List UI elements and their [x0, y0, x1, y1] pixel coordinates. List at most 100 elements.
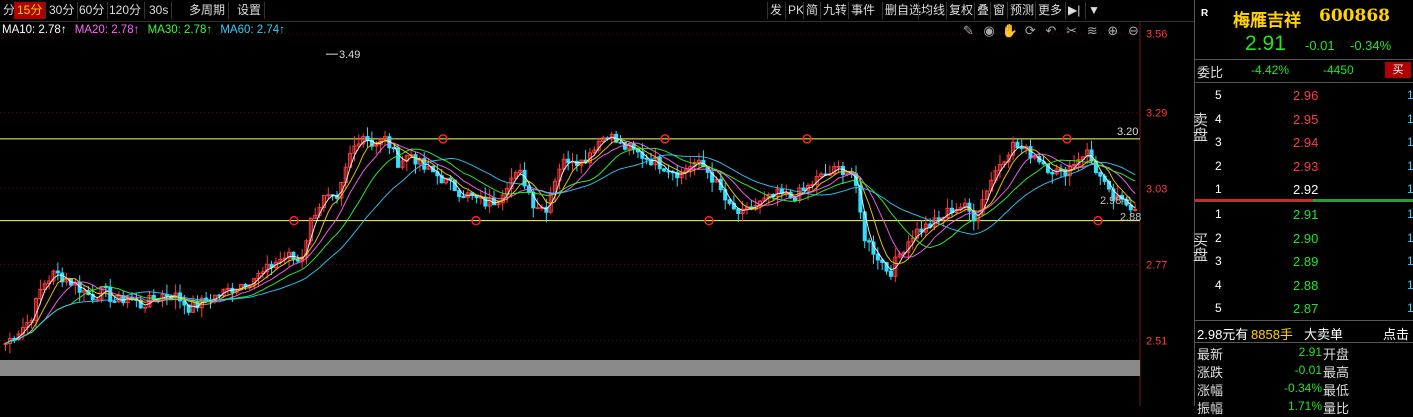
buy-side-label: 买盘 — [1191, 232, 1208, 262]
ask-price: 2.92 — [1293, 182, 1319, 197]
r-mark: R — [1201, 8, 1209, 19]
bid-level: 1 — [1215, 207, 1222, 221]
chart-area[interactable]: 3.56 3.29 3.03 2.77 2.51 3.20 3.49 2.98-2 2.88 分… — [0, 0, 1194, 406]
candle-body — [483, 196, 488, 207]
ask-volume: 1 — [1407, 88, 1413, 102]
candle-body — [535, 207, 540, 210]
undo-icon[interactable]: ↶ — [1043, 23, 1060, 39]
zoom-in-icon[interactable]: ⊕ — [1104, 23, 1121, 39]
price-change-pct: -0.34% — [1350, 38, 1392, 53]
stat-value: -0.01 — [1294, 363, 1322, 377]
candle-body — [461, 196, 466, 199]
candle-body — [566, 158, 571, 164]
bid-row[interactable]: 1 2.91 1 — [1195, 205, 1413, 225]
scissors-icon[interactable]: ✂ — [1063, 23, 1080, 39]
candle-body — [1019, 147, 1024, 150]
period-5[interactable]: 30s — [146, 2, 173, 19]
bid-row[interactable]: 5 2.87 1 — [1195, 299, 1413, 319]
weibi-diff: -4450 — [1323, 63, 1354, 77]
stat-value: 2.91 — [1298, 345, 1322, 359]
candle-body — [644, 157, 649, 160]
refresh-icon[interactable]: ⟳ — [1022, 23, 1039, 39]
hand-icon[interactable]: ✋ — [1001, 23, 1018, 39]
pen-icon[interactable]: ✎ — [960, 23, 977, 39]
candle-body — [365, 136, 370, 141]
tool-11[interactable]: 更多 — [1035, 2, 1064, 19]
kline-chart[interactable]: 3.56 3.29 3.03 2.77 2.51 3.20 3.49 2.98-2 2.88 — [0, 0, 1194, 406]
period-2[interactable]: 30分 — [46, 2, 79, 19]
stat-key: 涨跌 — [1197, 365, 1224, 380]
candle-body — [836, 165, 841, 168]
tool-4[interactable]: 事件 — [848, 2, 877, 19]
eye-icon[interactable]: ◉ — [981, 23, 998, 39]
bid-price: 2.89 — [1293, 254, 1319, 269]
chart-scrollbar[interactable] — [0, 360, 1140, 376]
stat-row: 涨跌 -0.01 最高 — [1195, 362, 1413, 380]
bid-row[interactable]: 3 2.89 1 — [1195, 252, 1413, 272]
buy-button[interactable]: 买 — [1385, 62, 1411, 78]
tool-10[interactable]: 预测 — [1007, 2, 1036, 19]
stat-value: -0.34% — [1283, 381, 1322, 395]
bid-level: 3 — [1215, 254, 1222, 268]
ask-level: 2 — [1215, 158, 1222, 173]
period-7[interactable]: 设置 — [234, 2, 266, 19]
ma60-label: MA60: 2.74↑ — [220, 24, 285, 36]
ask-level: 4 — [1215, 111, 1222, 126]
bid-level: 2 — [1215, 230, 1222, 245]
candle-body — [867, 240, 872, 243]
ask-row[interactable]: 3 2.94 1 — [1195, 133, 1413, 153]
big-order-action[interactable]: 点击 — [1383, 324, 1409, 343]
bid-row[interactable]: 2 2.90 1 — [1195, 229, 1413, 249]
candle-body — [1050, 171, 1055, 175]
tool-8[interactable]: 叠 — [974, 2, 991, 19]
ask-row[interactable]: 4 2.95 1 — [1195, 110, 1413, 130]
bid-price: 2.87 — [1293, 301, 1319, 316]
ask-price: 2.95 — [1293, 111, 1319, 127]
y-tick-label: 2.77 — [1146, 260, 1167, 272]
candle-body — [618, 141, 623, 144]
zoom-out-icon[interactable]: ⊖ — [1125, 23, 1142, 39]
tool-6[interactable]: 均线 — [918, 2, 947, 19]
ma-line — [5, 142, 1136, 344]
ma10-label: MA10: 2.78↑ — [2, 24, 67, 36]
period-3[interactable]: 60分 — [76, 2, 109, 19]
candle-body — [1015, 141, 1020, 149]
stat-key-2: 最高 — [1323, 365, 1350, 380]
stat-value: 1.71% — [1287, 399, 1322, 413]
tool-2[interactable]: 简 — [803, 2, 820, 19]
stat-key: 最新 — [1197, 347, 1224, 362]
period-1[interactable]: 15分 — [14, 2, 47, 19]
ask-row[interactable]: 1 2.92 1 — [1195, 180, 1413, 200]
ask-row[interactable]: 5 2.96 1 — [1195, 86, 1413, 106]
tool-9[interactable]: 窗 — [990, 2, 1007, 19]
stock-code: 600868 — [1319, 6, 1390, 26]
tool-13[interactable]: ▼ — [1085, 2, 1102, 19]
ask-volume: 1 — [1407, 182, 1413, 196]
weibi-pct: -4.42% — [1251, 63, 1290, 77]
resistance-label: 3.20 — [1117, 126, 1138, 138]
bid-row[interactable]: 4 2.88 1 — [1195, 276, 1413, 296]
bid-price: 2.88 — [1293, 277, 1319, 293]
period-4[interactable]: 120分 — [106, 2, 146, 19]
tool-7[interactable]: 复权 — [946, 2, 975, 19]
candle-body — [291, 251, 296, 260]
candle-body — [662, 168, 667, 172]
tool-5[interactable]: 删自选 — [882, 2, 923, 19]
ask-row[interactable]: 2 2.93 1 — [1195, 157, 1413, 177]
candle-body — [801, 187, 806, 192]
tool-0[interactable]: 发 — [767, 2, 784, 19]
y-tick-label: 3.29 — [1146, 108, 1167, 120]
stack-icon[interactable]: ≋ — [1084, 23, 1101, 39]
candle-body — [95, 298, 100, 301]
bid-volume: 1 — [1407, 277, 1413, 292]
tool-3[interactable]: 九转 — [820, 2, 849, 19]
candle-body — [326, 194, 331, 197]
candle-body — [151, 295, 156, 301]
ask-price: 2.93 — [1293, 158, 1319, 174]
candle-body — [452, 179, 457, 192]
period-6[interactable]: 多周期 — [186, 2, 230, 19]
tool-12[interactable]: ▶| — [1065, 2, 1082, 19]
big-order-label: 大卖单 — [1304, 327, 1344, 342]
ma-legend: MA10: 2.78↑ MA20: 2.78↑ MA30: 2.78↑ MA60… — [2, 24, 290, 36]
sell-side-label: 卖盘 — [1191, 112, 1208, 142]
